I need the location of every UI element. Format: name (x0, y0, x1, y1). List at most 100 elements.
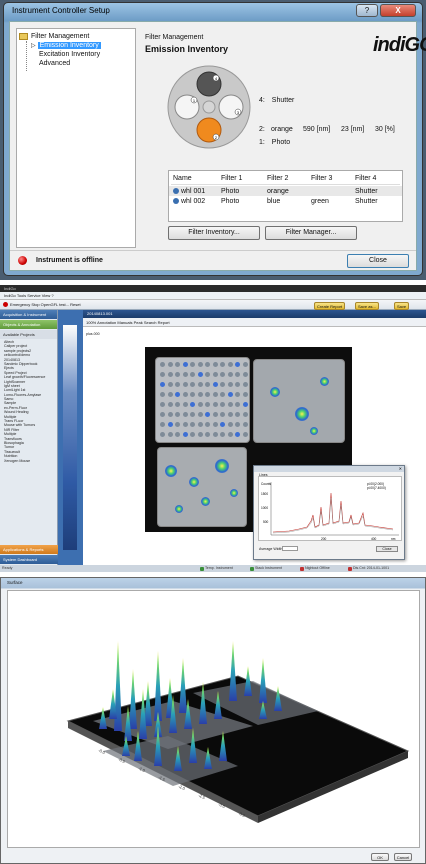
filter-wheel-table: Name Filter 1 Filter 2 Filter 3 Filter 4… (168, 170, 403, 222)
instrument-controller-screenshot: Instrument Controller Setup ? X Filter M… (0, 0, 426, 280)
sidebar-header-applications[interactable]: Applications & Reports (0, 545, 58, 554)
left-sidebar: Acquisition & Instrument Objects & Annot… (0, 310, 58, 565)
project-tree-header: Available Projects (0, 330, 57, 339)
well (197, 402, 203, 407)
status-stack: Stack Instrument (250, 565, 282, 572)
well (175, 432, 180, 437)
save-as-button[interactable]: Save as... (355, 302, 379, 310)
column-header[interactable]: Filter 2 (267, 175, 311, 182)
status-text: Instrument is offline (36, 257, 103, 264)
toolbar-text[interactable]: Emergency Stop OpenGFL test... Reset (10, 300, 81, 310)
surface-plot[interactable]: -0.0 -0.5 -1.0 -1.5 -2.0 -2.5 -3.0 -3.5 (7, 590, 420, 848)
well (205, 362, 210, 367)
page-title: Emission Inventory (145, 44, 229, 54)
filter-name: orange (271, 126, 293, 133)
well (175, 362, 180, 367)
tree-item-advanced[interactable]: Advanced (19, 59, 133, 68)
well (160, 412, 165, 417)
filter-manager-button[interactable]: Filter Manager... (265, 226, 357, 240)
close-window-button[interactable]: X (380, 4, 416, 17)
svg-text:200: 200 (321, 537, 327, 541)
average-width-select[interactable] (282, 546, 298, 551)
table-cell: Photo (221, 187, 240, 195)
close-button[interactable]: Close (347, 254, 409, 268)
popup-close-button[interactable]: Close (376, 546, 398, 552)
well (175, 382, 180, 387)
column-header[interactable]: Name (169, 175, 221, 182)
help-button[interactable]: ? (356, 4, 378, 17)
intensity-peak (259, 658, 267, 703)
save-button[interactable]: Save (394, 302, 410, 310)
well (242, 392, 248, 397)
well (227, 432, 233, 437)
petri-dish (157, 447, 247, 527)
tab-image[interactable]: 20140813.001 (83, 310, 426, 318)
well (167, 432, 173, 437)
well (167, 392, 173, 397)
well (220, 412, 225, 417)
status-counter: Dis.Cnt: 2014-01-1001 (348, 565, 389, 572)
sidebar-header-acquisition[interactable]: Acquisition & Instrument (0, 310, 57, 319)
image-toolbar[interactable]: 100% Annotation Manuals Peak Search Repo… (83, 318, 426, 327)
filter-wheel-graphic: 4 1 3 2 (166, 64, 252, 150)
svg-text:500: 500 (263, 520, 269, 524)
well (227, 392, 233, 397)
project-tree-item[interactable]: Xenogen Mouse (0, 459, 57, 463)
well (227, 422, 233, 427)
cancel-button[interactable]: Cancel (394, 853, 412, 861)
spectrum-plot: 1500 1000 500 200 400 nm pl.00(2.000) pl… (258, 476, 402, 541)
svg-text:Counts: Counts (261, 482, 272, 486)
status-ok-icon (250, 566, 254, 571)
table-cell: green (311, 197, 329, 205)
column-header[interactable]: Filter 1 (221, 175, 267, 182)
tree-root-filter-management[interactable]: Filter Management (19, 32, 133, 41)
status-text: Ready (2, 566, 13, 570)
intensity-scale[interactable] (63, 325, 77, 550)
title-bar: Instrument Controller Setup ? X (4, 3, 422, 19)
well (197, 412, 203, 417)
well (220, 392, 225, 397)
axis-tick-label: -0.0 (98, 747, 107, 755)
surface-window: Surface -0.0 -0.5 -1.0 -1.5-2.0 -2.5 -3.… (0, 577, 426, 864)
well (205, 392, 210, 397)
create-report-button[interactable]: Create Report (314, 302, 346, 310)
well (197, 392, 203, 397)
well (160, 372, 165, 377)
well (235, 412, 240, 417)
stop-icon[interactable] (3, 302, 8, 307)
well (212, 422, 218, 427)
position-2-info: 2: orange 590 [nm] 23 [nm] 30 [%] (259, 126, 395, 133)
well (242, 402, 248, 407)
well (220, 382, 225, 387)
table-row[interactable]: whl 001 Photo orange Shutter (169, 186, 402, 196)
menu-bar[interactable]: IndiGo Tools Service View ? (0, 292, 426, 300)
filter-wheel-icon (173, 197, 179, 204)
well (182, 422, 188, 427)
sidebar-header-dashboard[interactable]: System Dashboard (0, 555, 58, 564)
filter-bandwidth: 23 [nm] (341, 126, 365, 133)
well (197, 382, 203, 387)
well (197, 372, 203, 377)
svg-text:pl.00(7.4000): pl.00(7.4000) (367, 486, 386, 490)
spectrum-popup: ✕ Lines 1500 1000 500 200 400 nm pl.00(2… (253, 465, 405, 560)
well (197, 362, 203, 367)
close-icon[interactable]: ✕ (399, 466, 402, 471)
average-width-label: Average Width: (259, 547, 284, 551)
well (190, 372, 195, 377)
well (242, 422, 248, 427)
column-header[interactable]: Filter 3 (311, 175, 355, 182)
well (160, 362, 165, 367)
well (235, 382, 240, 387)
well (175, 402, 180, 407)
tree-item-excitation-inventory[interactable]: Excitation Inventory (19, 50, 133, 59)
well (242, 372, 248, 377)
ok-button[interactable]: OK (371, 853, 389, 861)
table-row[interactable]: whl 002 Photo blue green Shutter (169, 196, 402, 206)
filter-inventory-button[interactable]: Filter Inventory... (168, 226, 260, 240)
well (197, 432, 203, 437)
sidebar-header-objects[interactable]: Objects & Annotation (0, 320, 57, 329)
well (242, 412, 248, 417)
well (220, 432, 225, 437)
tree-item-emission-inventory[interactable]: ▷ Emission Inventory (19, 41, 133, 50)
column-header[interactable]: Filter 4 (355, 175, 399, 182)
